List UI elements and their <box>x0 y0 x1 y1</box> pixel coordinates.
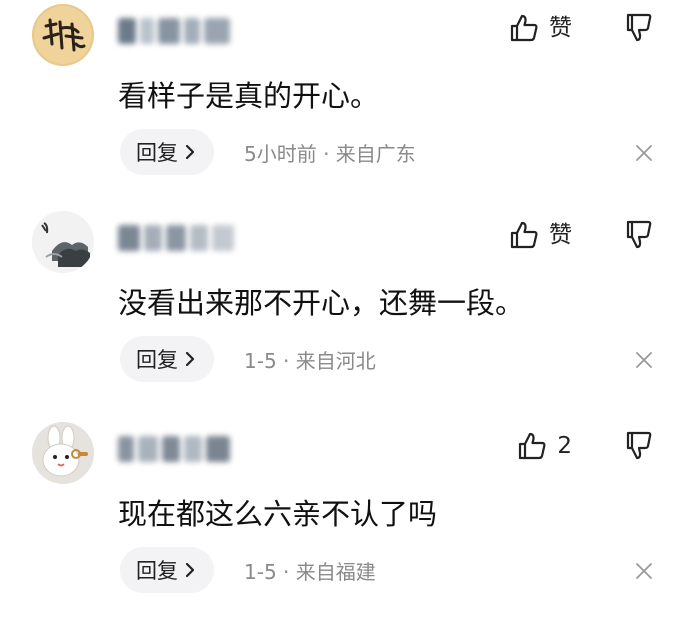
reply-button[interactable]: 回复 <box>120 547 214 593</box>
username-blurred[interactable] <box>118 225 238 251</box>
username-blurred[interactable] <box>118 18 238 44</box>
comment-item: 赞 没看出来那不开心，还舞一段。 回复 1-5 · 来自河北 <box>0 207 700 412</box>
close-icon <box>636 145 652 161</box>
comment-text: 现在都这么六亲不认了吗 <box>118 497 438 531</box>
calligraphy-avatar <box>32 4 94 66</box>
comment-item: 2 现在都这么六亲不认了吗 回复 1-5 · 来自福建 <box>0 418 700 623</box>
thumbs-down-icon <box>626 220 652 249</box>
thumbs-up-icon <box>519 432 546 460</box>
reply-label: 回复 <box>136 141 178 165</box>
white-rabbit-avatar <box>32 422 94 484</box>
reply-label: 回复 <box>136 559 178 583</box>
comment-meta: 1-5 · 来自河北 <box>244 348 376 373</box>
comment-meta: 5小时前 · 来自广东 <box>244 141 416 166</box>
close-button[interactable] <box>634 350 654 370</box>
comment-text: 看样子是真的开心。 <box>118 79 380 113</box>
dislike-button[interactable] <box>624 12 654 44</box>
dislike-button[interactable] <box>624 219 654 251</box>
like-button[interactable]: 2 <box>517 430 572 462</box>
user-avatar[interactable] <box>32 4 94 66</box>
comment-text: 没看出来那不开心，还舞一段。 <box>118 286 525 320</box>
like-button[interactable]: 赞 <box>509 12 572 44</box>
close-button[interactable] <box>634 143 654 163</box>
thumbs-down-icon <box>626 431 652 460</box>
user-avatar[interactable] <box>32 422 94 484</box>
like-button[interactable]: 赞 <box>509 219 572 251</box>
user-avatar[interactable] <box>32 211 94 273</box>
like-count: 2 <box>557 433 572 459</box>
chevron-right-icon <box>185 562 195 578</box>
thumbs-up-icon <box>510 221 538 249</box>
close-button[interactable] <box>634 561 654 581</box>
username-blurred[interactable] <box>118 436 238 462</box>
close-icon <box>636 563 652 579</box>
chevron-right-icon <box>185 351 195 367</box>
like-label: 赞 <box>549 15 572 41</box>
chevron-right-icon <box>185 144 195 160</box>
ink-painting-avatar <box>32 211 94 273</box>
comment-meta: 1-5 · 来自福建 <box>244 559 376 584</box>
like-label: 赞 <box>549 222 572 248</box>
thumbs-up-icon <box>510 14 538 42</box>
close-icon <box>636 352 652 368</box>
comment-item: 赞 看样子是真的开心。 回复 5小时前 · 来自广东 <box>0 0 700 205</box>
thumbs-down-icon <box>626 13 652 42</box>
dislike-button[interactable] <box>624 430 654 462</box>
reply-button[interactable]: 回复 <box>120 129 214 175</box>
reply-button[interactable]: 回复 <box>120 336 214 382</box>
reply-label: 回复 <box>136 348 178 372</box>
